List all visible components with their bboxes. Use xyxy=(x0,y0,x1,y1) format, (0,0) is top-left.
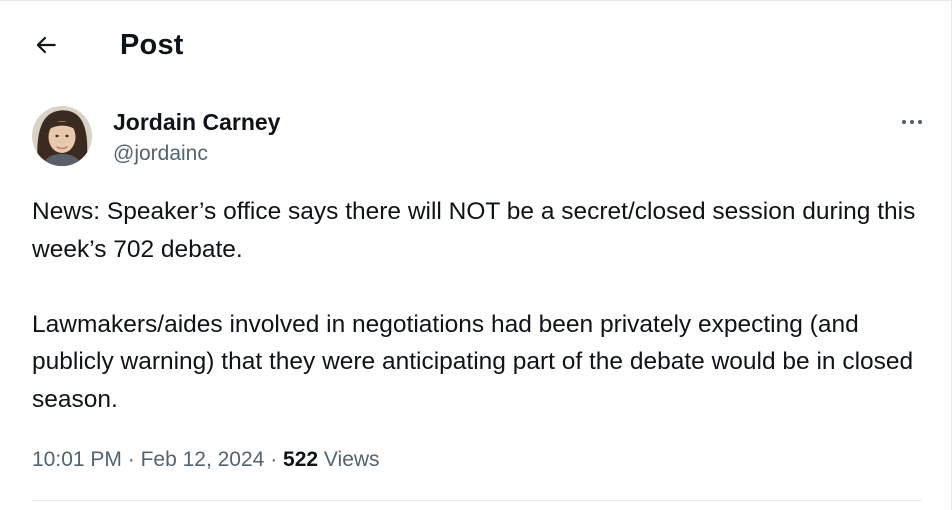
meta-separator: · xyxy=(270,448,278,471)
divider xyxy=(32,500,922,501)
post-page: Post Jordain Carney @jordainc News: Spea… xyxy=(0,0,952,510)
page-title: Post xyxy=(120,29,184,61)
more-options-button[interactable] xyxy=(892,109,932,135)
views-label: Views xyxy=(323,448,380,471)
post-date[interactable]: Feb 12, 2024 xyxy=(141,448,265,471)
back-button[interactable] xyxy=(28,27,64,63)
author-handle[interactable]: @jordainc xyxy=(113,141,208,167)
tweet-metadata: 10:01 PM · Feb 12, 2024 · 522 Views xyxy=(32,445,380,475)
views-count: 522 xyxy=(283,448,319,471)
meta-separator: · xyxy=(127,448,135,471)
author-name[interactable]: Jordain Carney xyxy=(113,108,280,136)
post-header: Post xyxy=(0,1,951,89)
avatar[interactable] xyxy=(32,106,92,166)
tweet-paragraph: News: Speaker’s office says there will N… xyxy=(32,198,916,263)
tweet-paragraph: Lawmakers/aides involved in negotiations… xyxy=(32,310,914,413)
post-time[interactable]: 10:01 PM xyxy=(32,448,122,471)
more-horizontal-icon xyxy=(901,119,923,125)
user-avatar-image xyxy=(32,106,92,166)
arrow-left-icon xyxy=(36,36,56,54)
tweet-text: News: Speaker’s office says there will N… xyxy=(32,193,932,418)
